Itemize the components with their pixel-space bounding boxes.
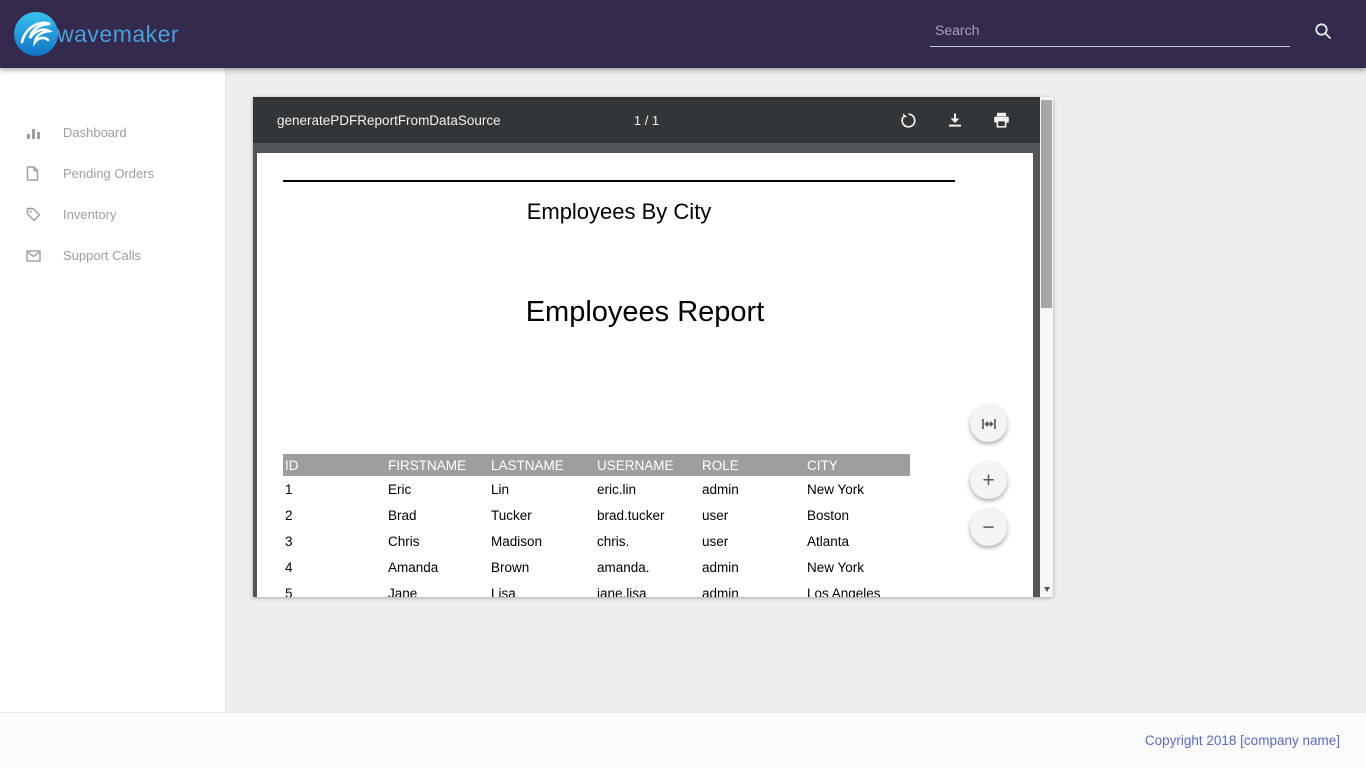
wavemaker-logo[interactable]: wavemaker [13, 11, 179, 57]
sidebar-item-dashboard[interactable]: Dashboard [0, 112, 225, 153]
pdf-content: Employees By City Employees Report ID FI… [253, 143, 1040, 597]
table-row: 1EricLineric.linadminNew York [283, 476, 910, 502]
pdf-title: generatePDFReportFromDataSource [277, 113, 501, 128]
table-row: 3ChrisMadisonchris.userAtlanta [283, 528, 910, 554]
report-title: Employees Report [257, 296, 1033, 329]
search-icon[interactable] [1314, 22, 1332, 40]
table-row: 5JaneLisajane.lisaadminLos Angeles [283, 580, 910, 597]
sidebar-item-label: Support Calls [63, 248, 141, 263]
envelope-icon [26, 250, 41, 262]
scrollbar-thumb[interactable] [1041, 100, 1052, 308]
main-content: generatePDFReportFromDataSource 1 / 1 [226, 68, 1366, 712]
print-button[interactable] [993, 112, 1010, 128]
sidebar-item-label: Inventory [63, 207, 116, 222]
download-button[interactable] [947, 112, 963, 128]
document-icon [26, 166, 41, 181]
pdf-viewer: generatePDFReportFromDataSource 1 / 1 [253, 97, 1053, 597]
rotate-button[interactable] [900, 112, 917, 129]
report-divider [283, 180, 955, 182]
download-icon [947, 115, 963, 132]
brand-text: wavemaker [57, 21, 179, 48]
app-header: wavemaker [0, 0, 1366, 68]
table-row: 4AmandaBrownamanda.adminNew York [283, 554, 910, 580]
page-indicator: 1 / 1 [634, 113, 659, 128]
pdf-page: Employees By City Employees Report ID FI… [257, 153, 1033, 597]
employees-table-body: 1EricLineric.linadminNew York2BradTucker… [283, 476, 910, 597]
pdf-toolbar: generatePDFReportFromDataSource 1 / 1 [253, 97, 1040, 143]
zoom-out-button[interactable]: − [970, 509, 1007, 546]
sidebar-item-inventory[interactable]: Inventory [0, 194, 225, 235]
rotate-icon [900, 116, 917, 133]
print-icon [993, 115, 1010, 132]
wavemaker-logo-icon [13, 11, 59, 57]
search-input[interactable] [930, 18, 1290, 47]
copyright-text: Copyright 2018 [company name] [1145, 733, 1340, 748]
zoom-in-button[interactable]: + [970, 462, 1007, 499]
search-field [930, 18, 1290, 47]
sidebar-item-pending-orders[interactable]: Pending Orders [0, 153, 225, 194]
fit-page-icon [981, 416, 997, 432]
sidebar-item-label: Pending Orders [63, 166, 154, 181]
scroll-down-button[interactable] [1040, 582, 1053, 597]
bar-chart-icon [26, 126, 41, 140]
table-row: 2BradTuckerbrad.tuckeruserBoston [283, 502, 910, 528]
table-header-row: ID FIRSTNAME LASTNAME USERNAME ROLE CITY [283, 454, 910, 476]
fit-page-button[interactable] [970, 405, 1007, 442]
sidebar-item-support-calls[interactable]: Support Calls [0, 235, 225, 276]
sidebar: Dashboard Pending Orders Inventory Suppo… [0, 68, 226, 712]
employees-table: ID FIRSTNAME LASTNAME USERNAME ROLE CITY… [283, 454, 910, 597]
sidebar-item-label: Dashboard [63, 125, 127, 140]
report-subtitle: Employees By City [283, 199, 955, 225]
app-footer: Copyright 2018 [company name] [0, 712, 1366, 768]
pdf-scrollbar[interactable] [1040, 97, 1053, 597]
chevron-down-icon [1044, 587, 1050, 592]
tag-icon [26, 207, 41, 222]
